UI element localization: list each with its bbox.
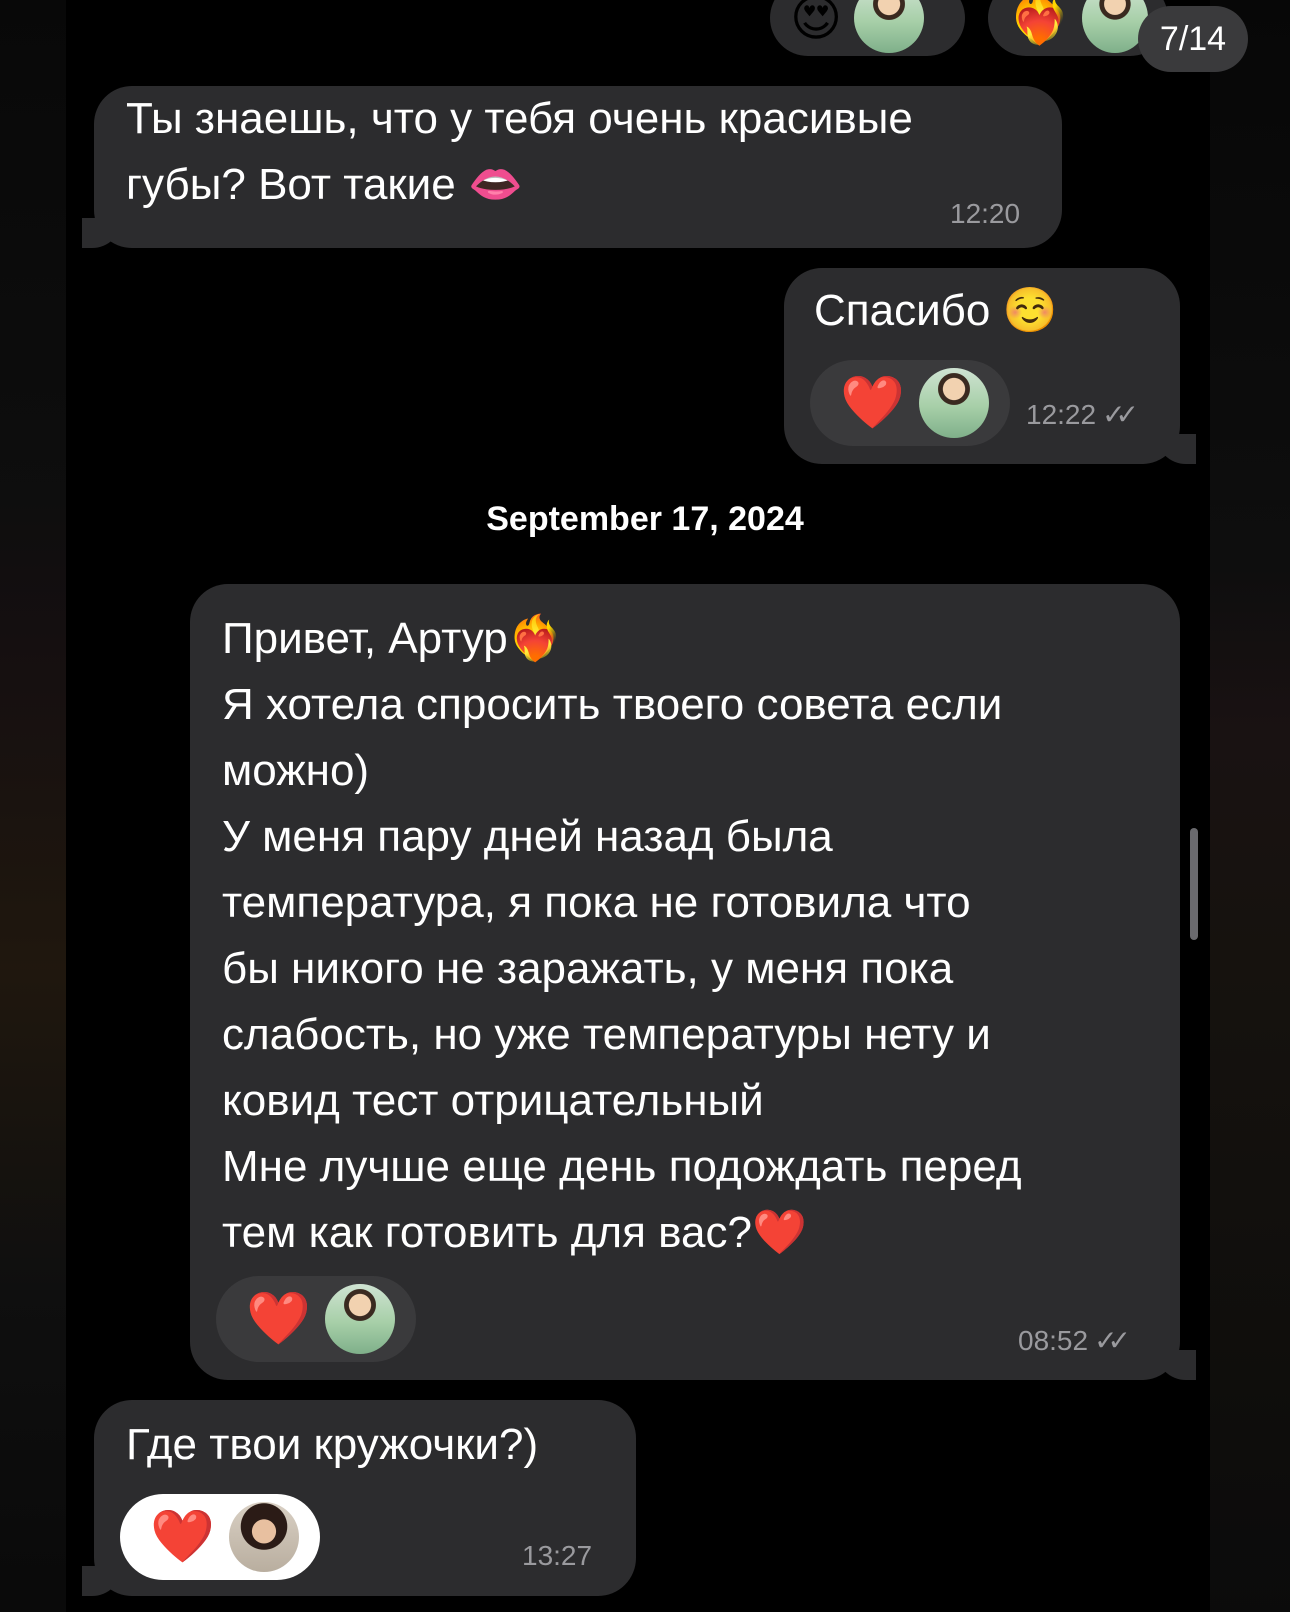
date-separator: September 17, 2024 [486, 500, 804, 538]
message-text: Где твои кружочки?) [126, 1420, 539, 1469]
message-bubble-outgoing[interactable]: Спасибо ☺️ ❤️ 12:22 ✓✓ [784, 268, 1180, 464]
message-time-text: 12:22 [1026, 399, 1097, 430]
message-bubble-outgoing[interactable]: Привет, Артур❤️‍🔥 Я хотела спросить твое… [190, 584, 1180, 1380]
page-counter-badge: 7/14 [1138, 6, 1248, 72]
reaction-pill[interactable]: ❤️ [810, 360, 1010, 446]
avatar [854, 0, 925, 53]
message-text: Спасибо ☺️ [814, 286, 1058, 335]
bubble-tail [1156, 434, 1196, 464]
message-text: Ты знаешь, что у тебя очень красивые губ… [126, 94, 913, 209]
heart-emoji-icon: ❤️ [246, 1290, 311, 1348]
message-time: 08:52 ✓✓ [1018, 1324, 1131, 1357]
heart-eyes-emoji-icon: 😍 [790, 0, 843, 46]
top-reaction-pill[interactable]: 😍 [770, 0, 965, 56]
message-time: 12:22 ✓✓ [1026, 398, 1139, 431]
chat-screen: 😍 ❤️‍🔥 7/14 Ты знаешь, что у тебя очень … [0, 0, 1290, 1612]
scrollbar[interactable] [1190, 828, 1198, 940]
double-check-icon: ✓✓ [1094, 1325, 1131, 1356]
reaction-pill[interactable]: ❤️ [120, 1494, 320, 1580]
avatar [324, 1284, 395, 1354]
avatar [918, 368, 989, 438]
double-check-icon: ✓✓ [1102, 399, 1139, 430]
message-bubble-incoming[interactable]: Где твои кружочки?) ❤️ 13:27 [94, 1400, 636, 1596]
heart-emoji-icon: ❤️ [840, 374, 905, 432]
bubble-tail [1156, 1350, 1196, 1380]
message-time-text: 08:52 [1018, 1325, 1089, 1356]
message-bubble-incoming[interactable]: Ты знаешь, что у тебя очень красивые губ… [94, 86, 1062, 248]
heart-on-fire-emoji-icon: ❤️‍🔥 [1008, 0, 1071, 46]
background-edge-left [0, 0, 66, 1612]
reaction-pill[interactable]: ❤️ [216, 1276, 416, 1362]
avatar [228, 1502, 299, 1572]
background-edge-right [1210, 0, 1290, 1612]
message-time: 12:20 [950, 198, 1021, 229]
heart-emoji-icon: ❤️ [150, 1508, 215, 1566]
message-time: 13:27 [522, 1540, 593, 1571]
message-text: Привет, Артур❤️‍🔥 Я хотела спросить твое… [222, 614, 1022, 1257]
